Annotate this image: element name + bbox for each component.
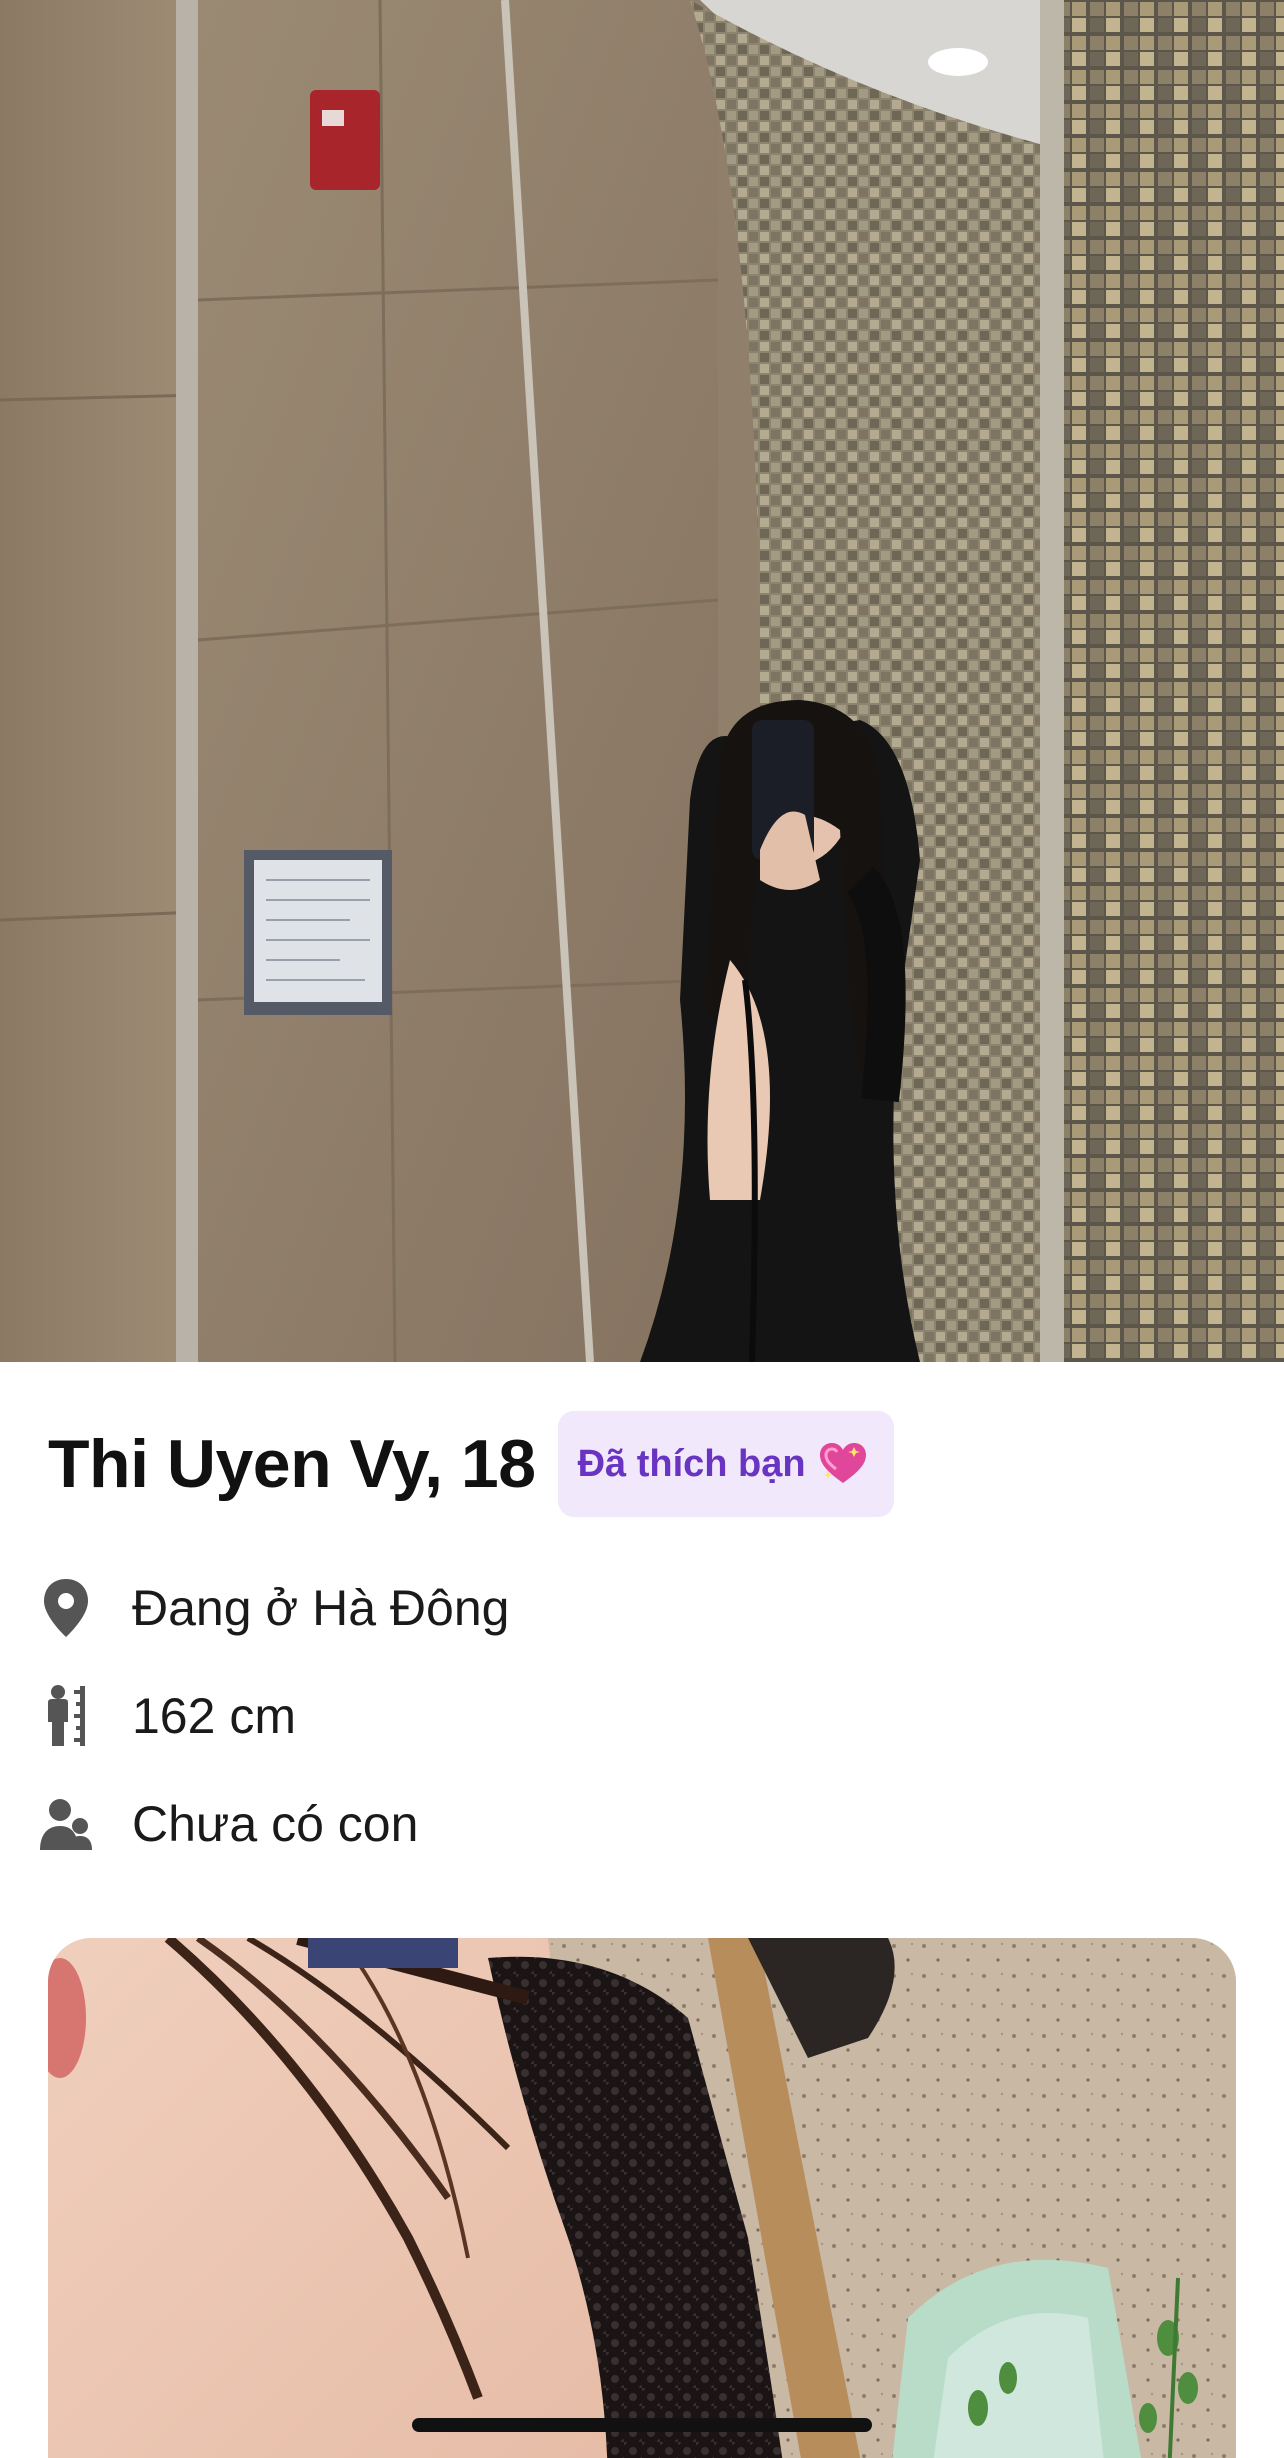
mirror-selfie-illustration [0,0,1284,1362]
height-text: 162 cm [132,1688,296,1744]
liked-you-badge: Đã thích bạn [557,1411,894,1517]
home-indicator[interactable] [412,2418,872,2432]
location-pin-icon [38,1576,94,1640]
profile-photo-main[interactable] [0,0,1284,1362]
children-text: Chưa có con [132,1796,419,1852]
second-photo-illustration [48,1938,1236,2458]
profile-photo-secondary[interactable] [48,1938,1236,2458]
info-row-height: 162 cm [38,1676,296,1756]
info-row-location: Đang ở Hà Đông [38,1568,509,1648]
profile-screen: Thi Uyen Vy, 18 Đã thích bạn Đang ở Hà Đ… [0,0,1284,2458]
info-row-children: Chưa có con [38,1784,418,1864]
sparkling-heart-icon [819,1443,866,1485]
height-ruler-icon [38,1684,94,1748]
people-icon [38,1792,94,1856]
liked-you-label: Đã thích bạn [577,1442,806,1485]
location-text: Đang ở Hà Đông [132,1580,510,1636]
profile-name-age: Thi Uyen Vy, 18 [48,1426,536,1502]
profile-header: Thi Uyen Vy, 18 Đã thích bạn [48,1410,894,1518]
